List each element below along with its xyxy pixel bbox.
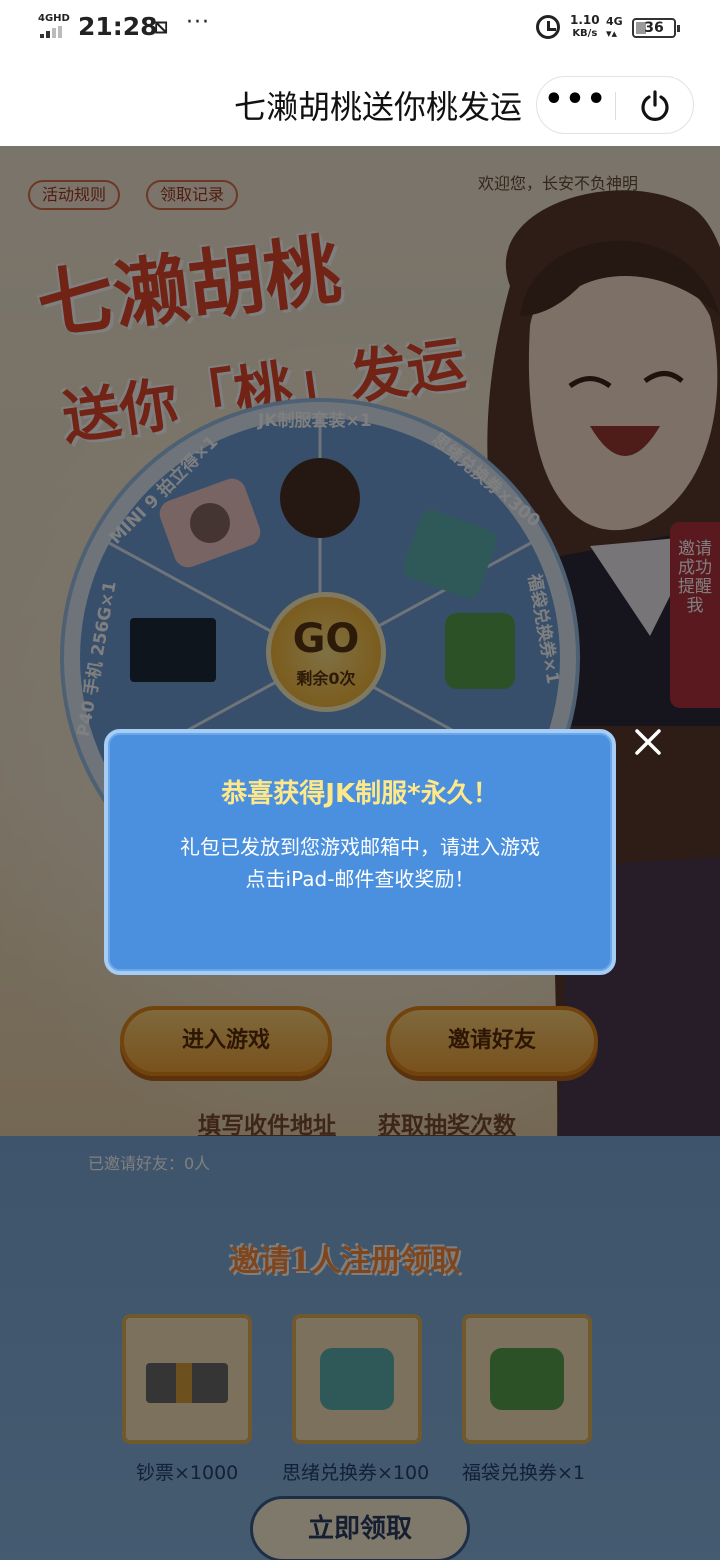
more-notifications-icon: ···: [186, 10, 210, 35]
mobile-data-icon: 4G ▾▴: [606, 15, 623, 40]
mini-program-titlebar: 七濑胡桃送你桃发运 •••: [0, 56, 720, 146]
network-type: 4GHD: [38, 13, 70, 24]
dialog-message-line-2: 点击iPad-邮件查收奖励！: [245, 867, 475, 891]
battery-icon: 36: [632, 18, 680, 38]
capsule-divider: [615, 92, 616, 120]
clock: 21:28: [78, 12, 158, 41]
close-miniprogram-icon[interactable]: [639, 90, 671, 122]
more-button[interactable]: •••: [537, 77, 615, 135]
dialog-message: 礼包已发放到您游戏邮箱中，请进入游戏 点击iPad-邮件查收奖励！: [158, 831, 562, 895]
net-speed: 1.10 KB/s: [570, 13, 600, 40]
sim-icon: ⧅: [154, 14, 168, 39]
page-title: 七濑胡桃送你桃发运: [233, 88, 522, 126]
dialog-title: 恭喜获得JK制服*永久！: [221, 779, 499, 809]
close-icon[interactable]: [628, 722, 668, 762]
reward-dialog: 恭喜获得JK制服*永久！ 礼包已发放到您游戏邮箱中，请进入游戏 点击iPad-邮…: [104, 729, 616, 975]
capsule-menu: •••: [536, 76, 694, 134]
dialog-message-line-1: 礼包已发放到您游戏邮箱中，请进入游戏: [180, 835, 540, 859]
alarm-icon: [536, 15, 560, 39]
status-bar: 4GHD 21:28 ⧅ ··· 1.10 KB/s 4G ▾▴ 36: [0, 0, 720, 56]
signal-icon: [40, 26, 70, 38]
